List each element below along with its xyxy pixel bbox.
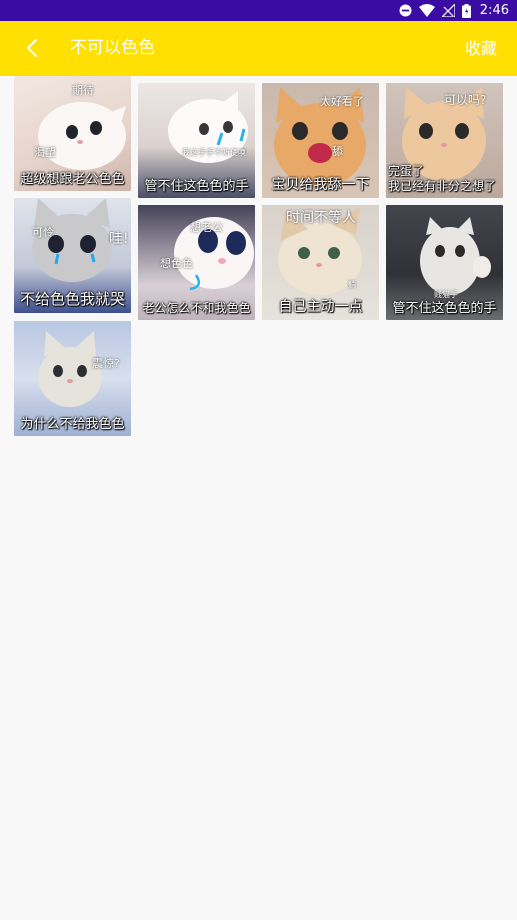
sticker-tile[interactable]: 想老公 想色色 老公怎么不和我色色 [138,205,255,320]
back-arrow-icon [26,38,38,58]
sticker-tile[interactable]: 可以吗? 完蛋了 我已经有非分之想了 [386,83,503,198]
sticker-tile[interactable]: 时间不等人 躺 自己主动一点 [262,205,379,320]
battery-icon [461,3,471,18]
sticker-tile[interactable]: 震惊? 为什么不给我色色 [14,321,131,436]
sticker-caption: 宝贝给我舔一下 [271,177,370,193]
sticker-note: 太好看了 [320,95,364,108]
sticker-caption: 不给色色我就哭 [19,290,125,308]
sticker-note: 时间不等人 [286,210,356,226]
sticker-caption: 超级想跟老公色色 [20,172,125,187]
sticker-caption: 管不住这色色的手 [144,179,249,194]
sticker-note: 可以吗? [444,93,487,107]
sticker-caption: 自己主动一点 [278,299,363,315]
sticker-caption: 完蛋了 我已经有非分之想了 [388,164,497,193]
sticker-tile[interactable]: 贱猫手 管不住这色色的手 [386,205,503,320]
sticker-note: 震惊? [92,357,120,370]
sticker-note: 可怜 [32,226,54,239]
sticker-caption: 管不住这色色的手 [392,301,497,316]
sticker-note: 想色色 [160,257,193,270]
sticker-note: 渴望 [34,146,56,159]
sticker-caption: 老公怎么不和我色色 [142,301,251,315]
sticker-note: 舔 [332,145,343,158]
status-bar: 2:46 [0,0,517,21]
sticker-caption: 为什么不给我色色 [20,417,125,432]
status-time: 2:46 [479,3,509,18]
sticker-tile[interactable]: 可怜 哇! 不给色色我就哭 [14,198,131,313]
app-bar: 不可以色色 收藏 [0,21,517,76]
sticker-note: 哇! [109,231,129,247]
sticker-tile[interactable]: 我这手手不听使唤 管不住这色色的手 [138,83,255,198]
sticker-note: 我这手手不听使唤 [182,148,246,157]
page-title: 不可以色色 [70,38,155,58]
favorites-button[interactable]: 收藏 [465,21,497,76]
do-not-disturb-icon [399,4,412,17]
sticker-note: 期待 [72,84,94,97]
back-button[interactable] [14,29,50,67]
sticker-note: 想老公 [190,221,223,234]
sticker-tile[interactable]: 期待 渴望 超级想跟老公色色 [14,76,131,191]
sticker-tile[interactable]: 太好看了 舔 宝贝给我舔一下 [262,83,379,198]
wifi-icon [418,4,435,17]
sticker-note: 躺 [348,280,356,289]
signal-icon [441,4,455,17]
